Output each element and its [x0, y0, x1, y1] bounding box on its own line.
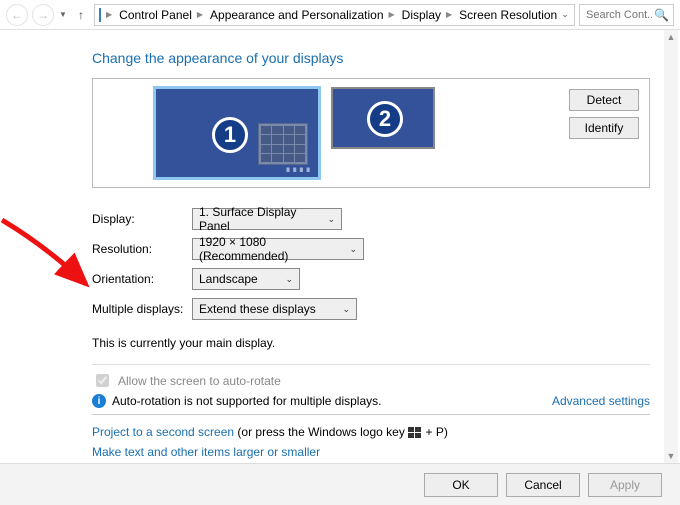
display-label: Display: — [92, 212, 192, 226]
orientation-select[interactable]: Landscape ⌄ — [192, 268, 300, 290]
main-display-text: This is currently your main display. — [92, 336, 650, 350]
multiple-displays-label: Multiple displays: — [92, 302, 192, 316]
autorotate-info: Auto-rotation is not supported for multi… — [112, 394, 381, 408]
windows-key-icon — [408, 427, 422, 439]
chevron-right-icon: ▶ — [386, 10, 398, 19]
chevron-down-icon: ⌄ — [342, 304, 350, 315]
display-value: 1. Surface Display Panel — [199, 205, 327, 233]
autorotate-checkbox — [96, 374, 109, 387]
back-button[interactable]: ← — [6, 4, 28, 26]
control-panel-icon — [99, 8, 101, 22]
chevron-right-icon: ▶ — [194, 10, 206, 19]
multiple-displays-value: Extend these displays — [199, 302, 316, 316]
settings-form: Display: 1. Surface Display Panel ⌄ Reso… — [92, 204, 650, 324]
search-icon: 🔍 — [654, 8, 669, 22]
text-size-link[interactable]: Make text and other items larger or smal… — [92, 445, 320, 459]
search-box[interactable]: 🔍 — [579, 4, 674, 26]
annotation-arrow — [0, 212, 102, 302]
chevron-right-icon: ▶ — [103, 10, 115, 19]
divider — [92, 364, 650, 365]
project-hint-post: + P) — [422, 425, 448, 439]
project-hint-pre: (or press the Windows logo key — [234, 425, 408, 439]
keypad-icon — [258, 123, 308, 165]
resize-dots-icon: ∎∎∎∎ — [285, 164, 312, 175]
page-title: Change the appearance of your displays — [92, 50, 650, 66]
chevron-down-icon[interactable]: ⌄ — [561, 9, 569, 20]
search-input[interactable] — [584, 8, 654, 22]
project-second-screen-link[interactable]: Project to a second screen — [92, 425, 234, 439]
cancel-button[interactable]: Cancel — [506, 473, 580, 497]
info-icon: i — [92, 394, 106, 408]
breadcrumb-control-panel[interactable]: Control Panel — [117, 6, 194, 24]
scroll-up-icon[interactable]: ▲ — [664, 30, 678, 44]
identify-button[interactable]: Identify — [569, 117, 639, 139]
advanced-settings-link[interactable]: Advanced settings — [552, 394, 650, 408]
detect-button[interactable]: Detect — [569, 89, 639, 111]
resolution-label: Resolution: — [92, 242, 192, 256]
scrollbar[interactable]: ▲ ▼ — [664, 30, 678, 463]
up-button[interactable]: ↑ — [72, 4, 90, 26]
monitor-1[interactable]: 1 ∎∎∎∎ — [153, 86, 321, 180]
orientation-value: Landscape — [199, 272, 258, 286]
resolution-select[interactable]: 1920 × 1080 (Recommended) ⌄ — [192, 238, 364, 260]
breadcrumb-appearance[interactable]: Appearance and Personalization — [208, 6, 385, 24]
chevron-right-icon: ▶ — [443, 10, 455, 19]
content: Change the appearance of your displays 1… — [92, 50, 650, 485]
chevron-down-icon: ⌄ — [327, 214, 335, 225]
autorotate-row: Allow the screen to auto-rotate — [92, 371, 650, 390]
autorotate-label: Allow the screen to auto-rotate — [118, 374, 281, 388]
display-preview: 1 ∎∎∎∎ 2 Detect Identify — [92, 78, 650, 188]
forward-button[interactable]: → — [32, 4, 54, 26]
chevron-down-icon: ⌄ — [349, 244, 357, 255]
history-dropdown[interactable]: ▼ — [58, 10, 68, 19]
footer: OK Cancel Apply — [0, 463, 680, 505]
monitor-1-number: 1 — [212, 117, 248, 153]
orientation-label: Orientation: — [92, 272, 192, 286]
resolution-value: 1920 × 1080 (Recommended) — [199, 235, 349, 263]
breadcrumb-screen-resolution[interactable]: Screen Resolution — [457, 6, 559, 24]
navbar: ← → ▼ ↑ ▶ Control Panel▶ Appearance and … — [0, 0, 680, 30]
breadcrumb-display[interactable]: Display — [400, 6, 443, 24]
divider — [92, 414, 650, 415]
monitor-2-number: 2 — [367, 101, 403, 137]
apply-button[interactable]: Apply — [588, 473, 662, 497]
multiple-displays-select[interactable]: Extend these displays ⌄ — [192, 298, 357, 320]
display-select[interactable]: 1. Surface Display Panel ⌄ — [192, 208, 342, 230]
ok-button[interactable]: OK — [424, 473, 498, 497]
scroll-down-icon[interactable]: ▼ — [664, 449, 678, 463]
chevron-down-icon: ⌄ — [285, 274, 293, 285]
monitor-2[interactable]: 2 — [331, 87, 435, 149]
address-bar[interactable]: ▶ Control Panel▶ Appearance and Personal… — [94, 4, 575, 26]
